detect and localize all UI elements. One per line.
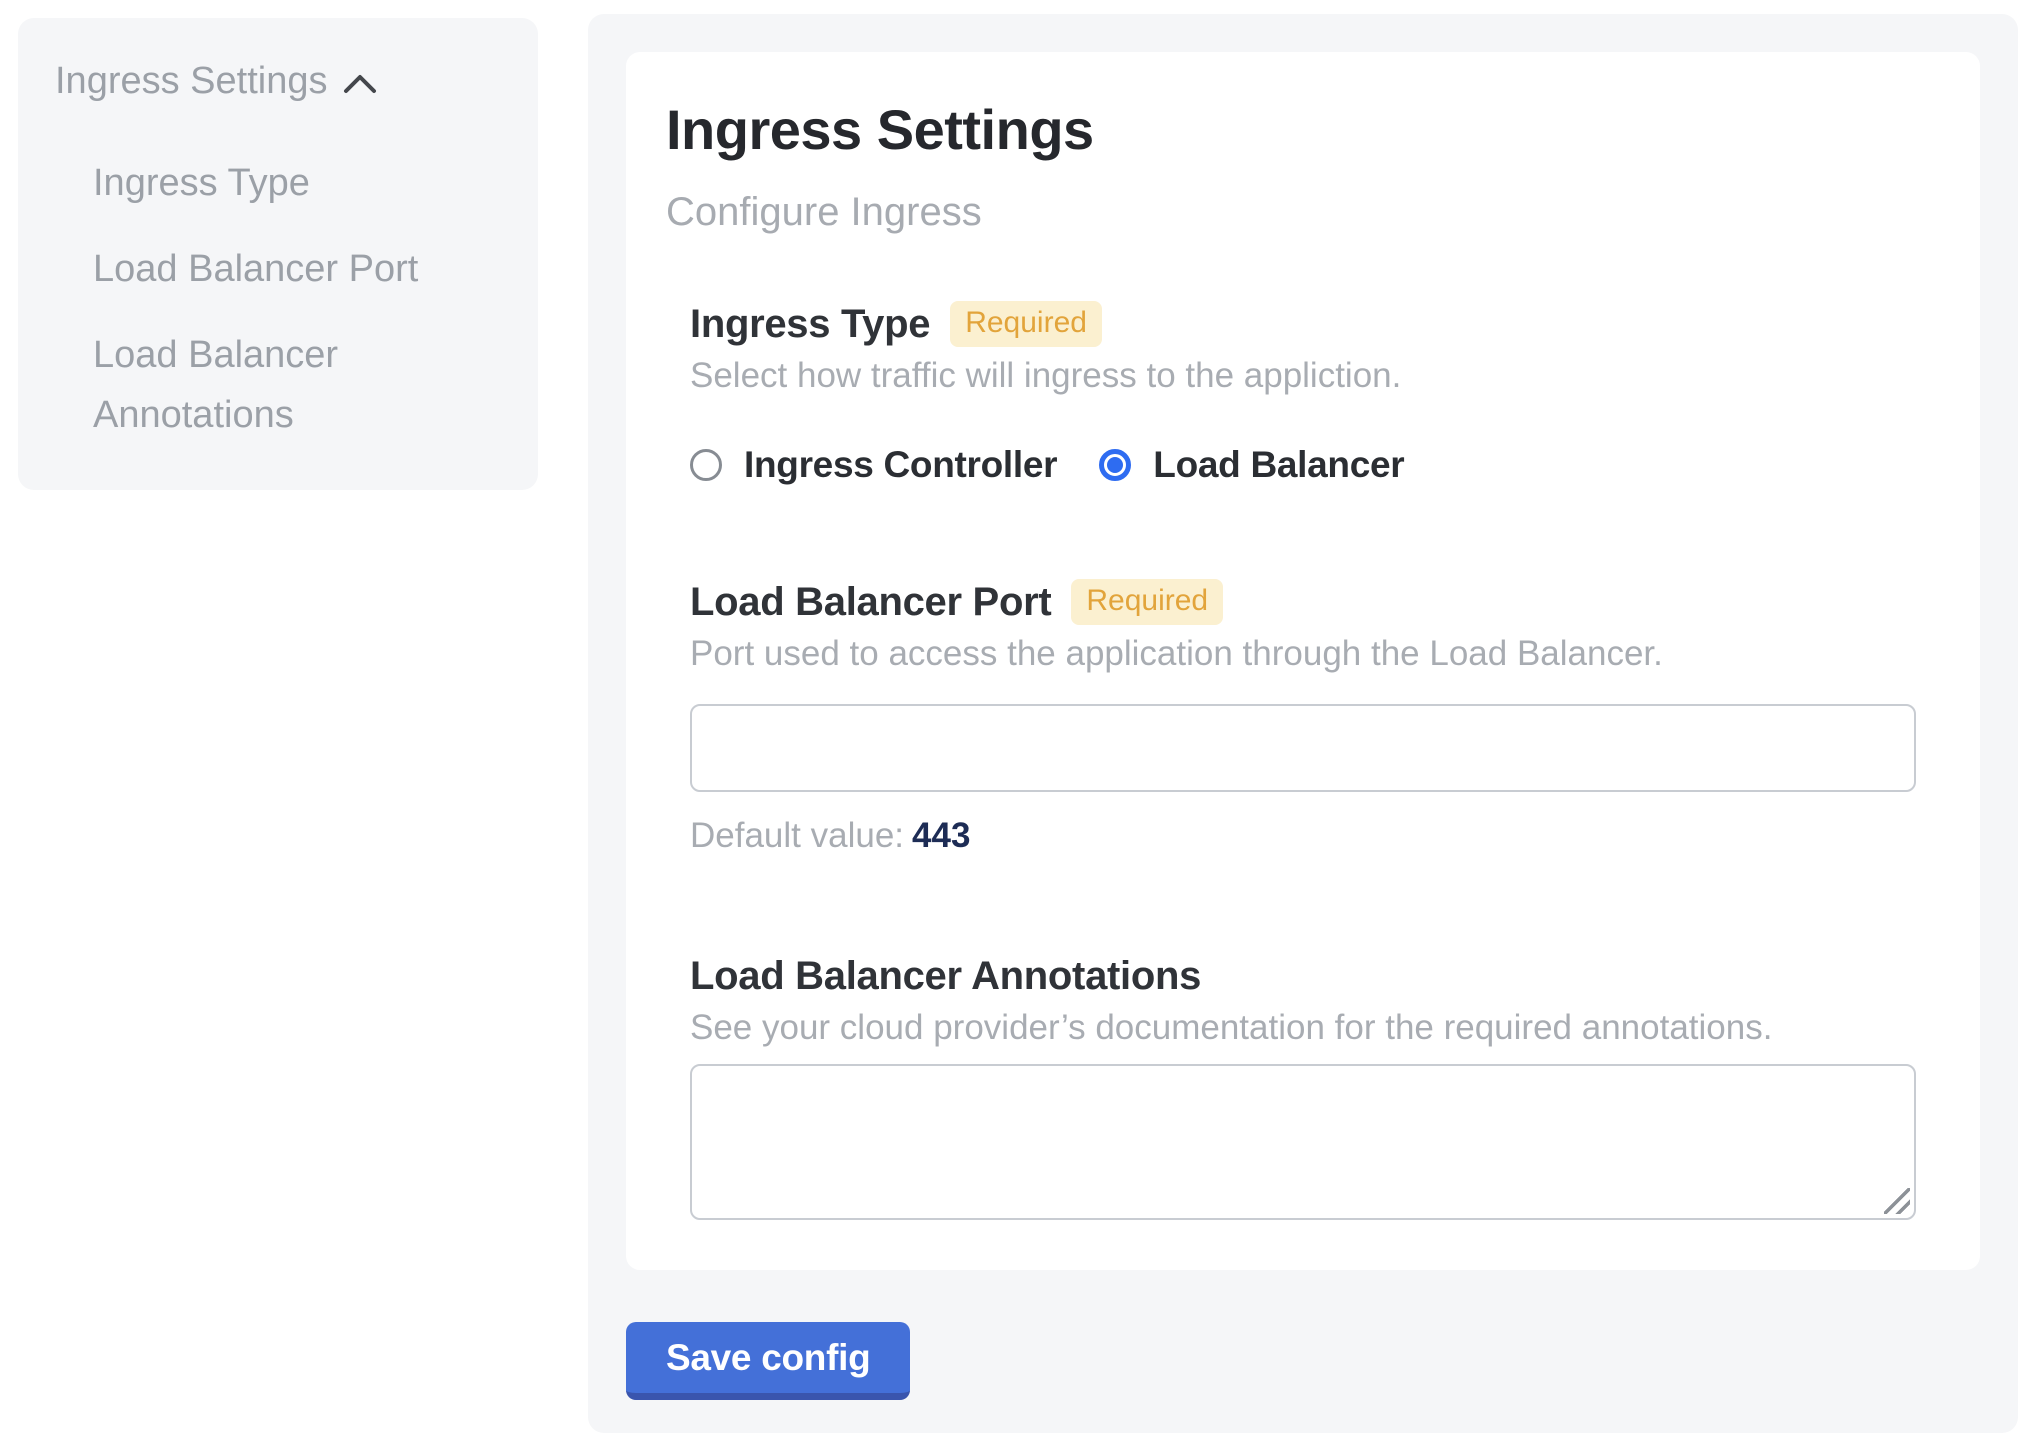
- radio-option-load-balancer[interactable]: Load Balancer: [1099, 444, 1404, 486]
- section-description: Port used to access the application thro…: [690, 632, 1916, 676]
- section-load-balancer-port: Load Balancer Port Required Port used to…: [690, 578, 1916, 858]
- settings-sidebar: Ingress Settings Ingress Type Load Balan…: [18, 18, 538, 490]
- sidebar-section-label: Ingress Settings: [55, 60, 327, 103]
- section-description: Select how traffic will ingress to the a…: [690, 354, 1916, 398]
- section-description: See your cloud provider’s documentation …: [690, 1006, 1916, 1050]
- required-badge: Required: [950, 301, 1102, 347]
- radio-selected-icon[interactable]: [1099, 449, 1131, 481]
- section-title: Load Balancer Annotations: [690, 952, 1201, 1000]
- ingress-settings-card: Ingress Settings Configure Ingress Ingre…: [626, 52, 1980, 1270]
- ingress-type-radio-group: Ingress Controller Load Balancer: [690, 444, 1916, 486]
- default-value-label: Default value:: [690, 816, 904, 855]
- radio-option-ingress-controller[interactable]: Ingress Controller: [690, 444, 1057, 486]
- radio-label: Ingress Controller: [744, 444, 1057, 486]
- load-balancer-annotations-textarea[interactable]: [690, 1064, 1916, 1220]
- radio-label: Load Balancer: [1153, 444, 1404, 486]
- default-value: 443: [912, 816, 970, 855]
- sidebar-item-load-balancer-annotations[interactable]: Load Balancer Annotations: [93, 325, 498, 445]
- chevron-up-icon: [343, 73, 377, 95]
- sidebar-item-ingress-settings[interactable]: Ingress Settings: [55, 60, 498, 103]
- default-value-line: Default value:443: [690, 814, 1916, 858]
- page-subtitle: Configure Ingress: [666, 188, 1916, 236]
- required-badge: Required: [1071, 579, 1223, 625]
- section-ingress-type: Ingress Type Required Select how traffic…: [690, 300, 1916, 486]
- radio-unselected-icon[interactable]: [690, 449, 722, 481]
- sidebar-item-ingress-type[interactable]: Ingress Type: [93, 153, 498, 213]
- sidebar-item-load-balancer-port[interactable]: Load Balancer Port: [93, 239, 498, 299]
- load-balancer-port-input[interactable]: [690, 704, 1916, 792]
- settings-panel: Ingress Settings Configure Ingress Ingre…: [588, 14, 2018, 1433]
- section-title: Ingress Type: [690, 300, 930, 348]
- sidebar-sub-items: Ingress Type Load Balancer Port Load Bal…: [55, 153, 498, 445]
- save-config-button[interactable]: Save config: [626, 1322, 910, 1400]
- section-title: Load Balancer Port: [690, 578, 1051, 626]
- page-title: Ingress Settings: [666, 98, 1916, 162]
- section-load-balancer-annotations: Load Balancer Annotations See your cloud…: [690, 952, 1916, 1220]
